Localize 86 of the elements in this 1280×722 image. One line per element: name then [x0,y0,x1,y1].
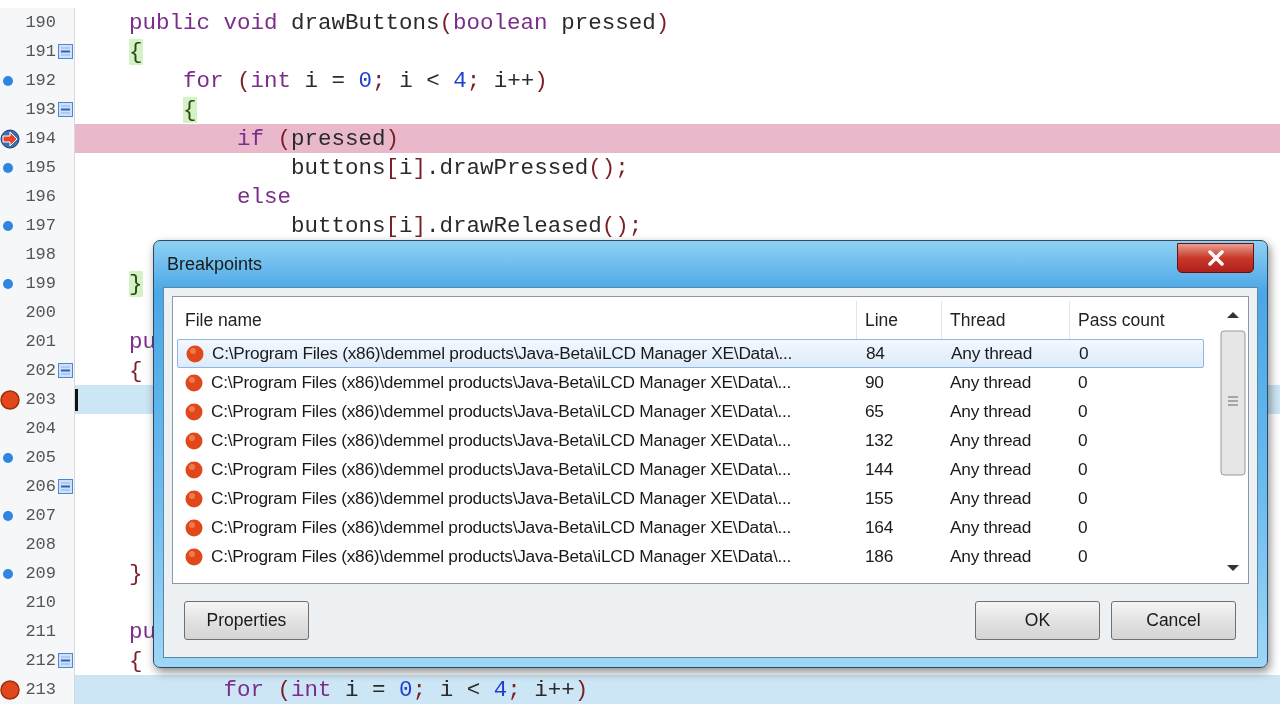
dialog-button[interactable]: Cancel [1111,601,1236,640]
thread-name: Any thread [950,546,1032,567]
line-number: 204 [24,419,56,438]
line-number: 205 [24,448,56,467]
pass-count: 0 [1078,459,1088,480]
dialog-button[interactable]: OK [975,601,1100,640]
collapse-icon[interactable] [57,653,73,668]
pass-count: 0 [1078,546,1088,567]
line-number: 200 [24,303,56,322]
thread-name: Any thread [950,401,1032,422]
file-path: C:\Program Files (x86)\demmel products\Java-Beta\iLCD Manager XE\Data\... [212,343,793,364]
line-number: 194 [24,129,56,148]
line-number: 199 [24,274,56,293]
line-number: 191 [24,42,56,61]
thread-name: Any thread [951,343,1033,364]
breakpoint-icon [185,547,203,566]
file-path: C:\Program Files (x86)\demmel products\Java-Beta\iLCD Manager XE\Data\... [211,459,792,480]
code-line: public void drawButtons(boolean pressed) [128,9,670,36]
line-number: 209 [24,564,56,583]
thread-name: Any thread [950,372,1032,393]
line-number: 213 [24,680,56,699]
thread-name: Any thread [950,517,1032,538]
collapse-icon[interactable] [57,44,73,59]
breakpoint-icon [185,373,203,392]
pass-count: 0 [1078,488,1088,509]
code-line: else [236,183,292,210]
file-path: C:\Program Files (x86)\demmel products\Java-Beta\iLCD Manager XE\Data\... [211,430,792,451]
line-number: 65 [865,401,884,422]
code-line: for (int i = 0; i < 4; i++) [182,67,548,94]
code-line: { [128,647,143,674]
line-number: 132 [865,430,894,451]
file-path: C:\Program Files (x86)\demmel products\Java-Beta\iLCD Manager XE\Data\... [211,517,792,538]
line-number: 210 [24,593,56,612]
selected-row[interactable]: C:\Program Files (x86)\demmel products\Java-Beta\iLCD Manager XE\Data\... 84 Any thread 0 [177,339,1204,368]
pass-count: 0 [1079,343,1089,364]
collapse-icon[interactable] [57,363,73,378]
pass-count: 0 [1078,430,1088,451]
line-number: 164 [865,517,894,538]
breakpoint-icon [185,489,203,508]
code-line: } [128,560,143,587]
file-path: C:\Program Files (x86)\demmel products\Java-Beta\iLCD Manager XE\Data\... [211,546,792,567]
file-path: C:\Program Files (x86)\demmel products\Java-Beta\iLCD Manager XE\Data\... [211,401,792,422]
breakpoint-icon [185,518,203,537]
line-number: 201 [24,332,56,351]
line-number: 211 [24,622,56,641]
close-icon [1206,250,1225,266]
code-line: buttons[i].drawReleased(); [290,212,643,239]
line-number: 155 [865,488,894,509]
line-number: 203 [24,390,56,409]
code-line: buttons[i].drawPressed(); [290,154,629,181]
code-line: if (pressed) [236,125,400,152]
pass-count: 0 [1078,372,1088,393]
code-line: { [128,357,143,384]
line-number: 197 [24,216,56,235]
thread-name: Any thread [950,459,1032,480]
line-number: 195 [24,158,56,177]
line-number: 206 [24,477,56,496]
close-button[interactable] [1177,243,1254,273]
pass-count: 0 [1078,401,1088,422]
file-path: C:\Program Files (x86)\demmel products\Java-Beta\iLCD Manager XE\Data\... [211,372,792,393]
breakpoint-icon [185,431,203,450]
line-number: 202 [24,361,56,380]
dialog-button[interactable]: Properties [184,601,309,640]
line-number: 144 [865,459,894,480]
line-number: 193 [24,100,56,119]
pass-count: 0 [1078,517,1088,538]
line-number: 212 [24,651,56,670]
dialog-title: Breakpoints [167,253,263,275]
thread-name: Any thread [950,430,1032,451]
line-number: 207 [24,506,56,525]
line-number: 196 [24,187,56,206]
line-number: 90 [865,372,884,393]
breakpoint-icon [185,402,203,421]
code-line: for (int i = 0; i < 4; i++) [222,676,589,703]
line-number: 192 [24,71,56,90]
breakpoint-icon [186,344,204,363]
line-number: 208 [24,535,56,554]
line-number: 190 [24,13,56,32]
file-path: C:\Program Files (x86)\demmel products\Java-Beta\iLCD Manager XE\Data\... [211,488,792,509]
thread-name: Any thread [950,488,1032,509]
line-number: 84 [866,343,885,364]
line-number: 186 [865,546,894,567]
collapse-icon[interactable] [57,102,73,117]
breakpoint-icon [185,460,203,479]
collapse-icon[interactable] [57,479,73,494]
line-number: 198 [24,245,56,264]
